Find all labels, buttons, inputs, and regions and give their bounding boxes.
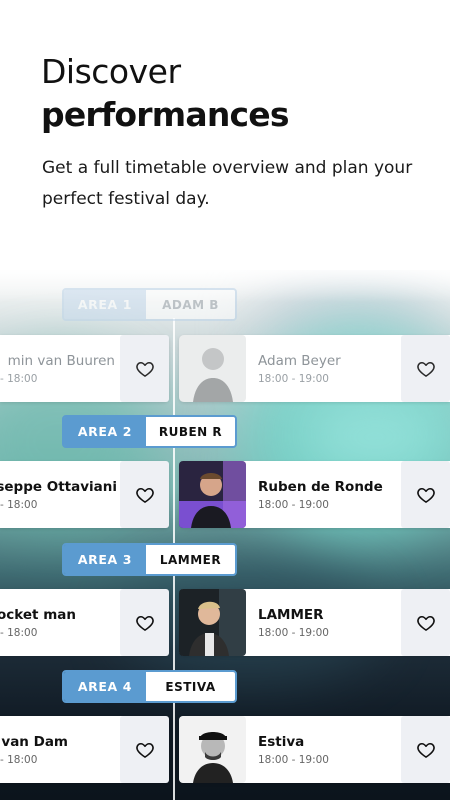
page-subtitle: Get a full timetable overview and plan y… <box>42 158 413 209</box>
favorite-button[interactable] <box>401 461 450 528</box>
area-label: AREA 1 <box>64 290 146 319</box>
artist-portrait-icon <box>179 716 246 783</box>
heart-outline-icon <box>416 742 435 758</box>
area-artist-label: RUBEN R <box>146 417 235 446</box>
favorite-button[interactable] <box>120 461 169 528</box>
heart-outline-icon <box>135 742 154 758</box>
artist-portrait-icon <box>179 589 246 656</box>
page-title-light: Discover <box>41 52 181 91</box>
area-pill-4[interactable]: AREA 4 ESTIVA <box>62 670 237 703</box>
performance-card-right-3[interactable]: LAMMER 18:00 - 19:00 <box>179 589 450 656</box>
area-pill-3[interactable]: AREA 3 LAMMER <box>62 543 237 576</box>
artist-name: Adam Beyer <box>258 353 341 369</box>
heart-outline-icon <box>135 615 154 631</box>
favorite-button[interactable] <box>120 589 169 656</box>
heart-outline-icon <box>416 615 435 631</box>
performance-time: - 18:00 <box>0 754 38 766</box>
favorite-button[interactable] <box>401 335 450 402</box>
area-artist-label: LAMMER <box>146 545 235 574</box>
area-label: AREA 2 <box>64 417 146 446</box>
performance-card-left-3[interactable]: Rocket man - 18:00 <box>0 589 169 656</box>
area-pill-1[interactable]: AREA 1 ADAM B <box>62 288 237 321</box>
intro-header: Discover performances Get a full timetab… <box>0 0 450 270</box>
performance-time: 18:00 - 19:00 <box>258 627 329 639</box>
performance-time: - 18:00 <box>0 627 38 639</box>
artist-name: min van Buuren <box>7 353 115 369</box>
performance-card-left-1[interactable]: min van Buuren - 18:00 <box>0 335 169 402</box>
artist-portrait-icon <box>179 461 246 528</box>
heart-outline-icon <box>135 487 154 503</box>
artist-name: Estiva <box>258 734 305 750</box>
artist-portrait-icon <box>179 335 246 402</box>
artist-name: seppe Ottaviani <box>0 479 117 495</box>
performance-card-left-2[interactable]: seppe Ottaviani - 18:00 <box>0 461 169 528</box>
page-title-bold: performances <box>41 95 290 134</box>
favorite-button[interactable] <box>401 716 450 783</box>
performance-time: 18:00 - 19:00 <box>258 754 329 766</box>
performance-card-right-2[interactable]: Ruben de Ronde 18:00 - 19:00 <box>179 461 450 528</box>
area-label: AREA 3 <box>64 545 146 574</box>
heart-outline-icon <box>416 487 435 503</box>
favorite-button[interactable] <box>120 716 169 783</box>
performance-card-right-4[interactable]: Estiva 18:00 - 19:00 <box>179 716 450 783</box>
performance-card-left-4[interactable]: ra van Dam - 18:00 <box>0 716 169 783</box>
heart-outline-icon <box>135 361 154 377</box>
performance-card-right-1[interactable]: Adam Beyer 18:00 - 19:00 <box>179 335 450 402</box>
artist-name: Rocket man <box>0 607 76 623</box>
area-label: AREA 4 <box>64 672 146 701</box>
area-artist-label: ESTIVA <box>146 672 235 701</box>
area-artist-label: ADAM B <box>146 290 235 319</box>
favorite-button[interactable] <box>120 335 169 402</box>
performance-time: - 18:00 <box>0 373 38 385</box>
heart-outline-icon <box>416 361 435 377</box>
favorite-button[interactable] <box>401 589 450 656</box>
performance-time: 18:00 - 19:00 <box>258 373 329 385</box>
artist-name: ra van Dam <box>0 734 68 750</box>
artist-name: Ruben de Ronde <box>258 479 383 495</box>
artist-name: LAMMER <box>258 607 324 623</box>
performance-time: - 18:00 <box>0 499 38 511</box>
area-pill-2[interactable]: AREA 2 RUBEN R <box>62 415 237 448</box>
performance-time: 18:00 - 19:00 <box>258 499 329 511</box>
